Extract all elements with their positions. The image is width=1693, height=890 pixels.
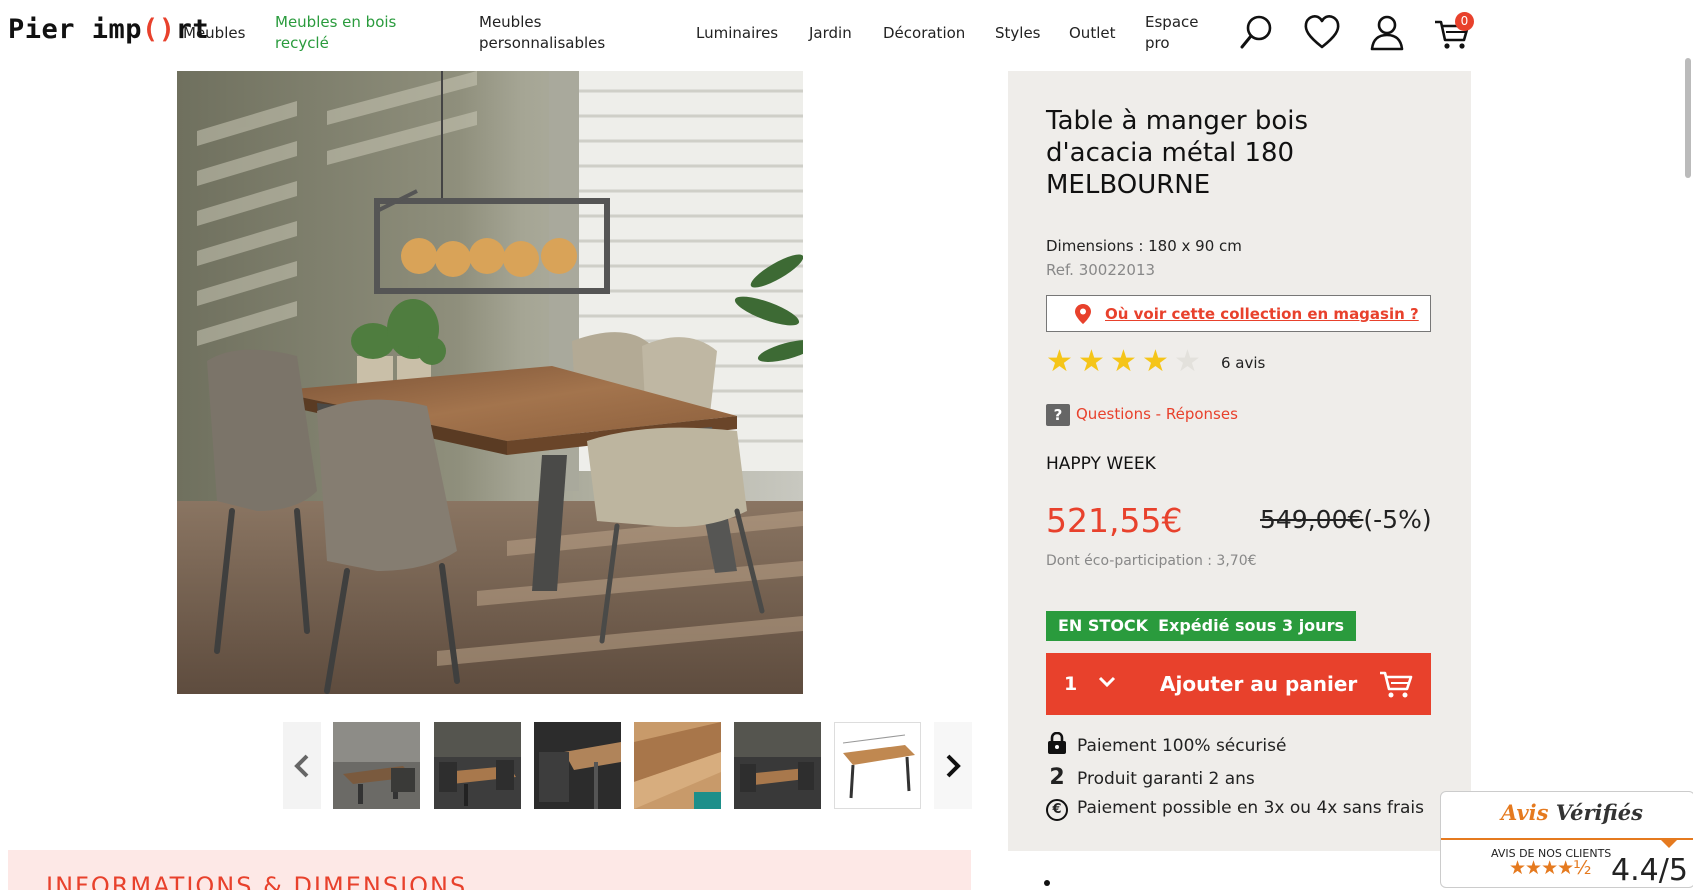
heart-icon[interactable] <box>1302 12 1342 52</box>
nav-luminaires[interactable]: Luminaires <box>696 23 778 44</box>
triangle-icon <box>1659 838 1679 848</box>
feature-text: Paiement possible en 3x ou 4x sans frais <box>1077 798 1425 818</box>
thumbnail-4[interactable] <box>634 722 721 809</box>
chevron-down-icon[interactable] <box>1098 675 1116 689</box>
eco-participation: Dont éco-participation : 3,70€ <box>1046 553 1257 569</box>
thumbnail-6[interactable] <box>834 722 921 809</box>
avis-verifies-logo: Avis Vérifiés <box>1501 800 1643 825</box>
product-ref: Ref. 30022013 <box>1046 261 1156 279</box>
star-icon-5: ★ <box>1174 344 1201 379</box>
user-icon[interactable] <box>1367 12 1407 52</box>
info-section: INFORMATIONS & DIMENSIONS <box>8 850 971 890</box>
old-price: 549,00€(-5%) <box>1260 505 1432 534</box>
thumbnail-next-button[interactable] <box>934 722 972 809</box>
cart-icon <box>1380 671 1413 698</box>
search-icon[interactable] <box>1237 12 1277 52</box>
stock-badge: EN STOCK Expédié sous 3 jours <box>1046 611 1356 641</box>
thumbnail-1[interactable] <box>333 722 420 809</box>
logo[interactable]: Pier imp()rt <box>8 14 209 45</box>
nav-decoration[interactable]: Décoration <box>883 23 965 44</box>
nav-espace-pro[interactable]: Espace pro <box>1145 12 1215 54</box>
thumbnail-3[interactable] <box>534 722 621 809</box>
product-main-image[interactable] <box>177 71 803 694</box>
quantity-select[interactable]: 1 <box>1064 673 1077 695</box>
promo-label: HAPPY WEEK <box>1046 454 1156 474</box>
feature-warranty: 2 Produit garanti 2 ans <box>1046 765 1255 790</box>
avis-stars: ★★★★½ <box>1509 857 1592 879</box>
info-section-title[interactable]: INFORMATIONS & DIMENSIONS <box>46 872 467 890</box>
reviews-count[interactable]: 6 avis <box>1221 354 1265 372</box>
star-icon-2: ★ <box>1078 344 1105 379</box>
two-icon: 2 <box>1049 765 1065 790</box>
product-dimensions: Dimensions : 180 x 90 cm <box>1046 237 1242 255</box>
nav-meubles-personnalisables[interactable]: Meubles personnalisables <box>479 12 629 54</box>
feature-text: Produit garanti 2 ans <box>1077 769 1255 789</box>
cart-count-badge: 0 <box>1455 12 1474 31</box>
logo-text: Pier imp <box>8 14 143 45</box>
nav-jardin[interactable]: Jardin <box>809 23 852 44</box>
shipping-delay: Expédié sous 3 jours <box>1158 616 1344 635</box>
feature-text: Paiement 100% sécurisé <box>1077 736 1287 756</box>
divider <box>1441 838 1693 840</box>
feature-secure-payment: Paiement 100% sécurisé <box>1046 732 1286 756</box>
product-title: Table à manger bois d'acacia métal 180 M… <box>1046 106 1309 200</box>
feature-installments: € Paiement possible en 3x ou 4x sans frai… <box>1046 798 1424 821</box>
discount-percent: (-5%) <box>1363 505 1432 534</box>
store-locator-button[interactable]: Où voir cette collection en magasin ? <box>1046 295 1431 332</box>
thumbnail-5[interactable] <box>734 722 821 809</box>
avis-score: 4.4/5 <box>1611 853 1688 888</box>
pagination-dot[interactable] <box>1044 880 1050 886</box>
chevron-left-icon <box>294 754 309 777</box>
avis-verifies-widget[interactable]: Avis Vérifiés AVIS DE NOS CLIENTS ★★★★½ … <box>1440 791 1693 888</box>
current-price: 521,55€ <box>1046 501 1183 540</box>
thumbnail-prev-button[interactable] <box>283 722 321 809</box>
star-icon-4: ★ <box>1142 344 1169 379</box>
euro-icon: € <box>1046 799 1068 821</box>
questions-answers-label: Questions - Réponses <box>1076 405 1238 423</box>
add-to-cart-label: Ajouter au panier <box>1160 672 1358 696</box>
questions-answers-link[interactable]: ? Questions - Réponses <box>1046 404 1238 426</box>
logo-accent: () <box>142 14 176 45</box>
map-pin-icon <box>1075 304 1091 324</box>
old-price-value: 549,00€ <box>1260 505 1364 534</box>
lock-icon <box>1048 732 1066 754</box>
nav-meubles-bois-recycle[interactable]: Meubles en bois recyclé <box>275 12 425 54</box>
store-locator-link[interactable]: Où voir cette collection en magasin ? <box>1105 305 1419 323</box>
question-icon: ? <box>1046 404 1070 426</box>
nav-outlet[interactable]: Outlet <box>1069 23 1115 44</box>
thumbnail-2[interactable] <box>434 722 521 809</box>
scrollbar-thumb[interactable] <box>1685 58 1691 178</box>
chevron-right-icon <box>946 754 961 777</box>
star-icon-1: ★ <box>1046 344 1073 379</box>
stock-status: EN STOCK <box>1058 616 1149 635</box>
star-icon-3: ★ <box>1110 344 1137 379</box>
product-panel: Table à manger bois d'acacia métal 180 M… <box>1008 71 1471 851</box>
add-to-cart-button[interactable]: 1 Ajouter au panier <box>1046 653 1431 715</box>
nav-styles[interactable]: Styles <box>995 23 1041 44</box>
nav-meubles[interactable]: Meubles <box>183 23 245 44</box>
